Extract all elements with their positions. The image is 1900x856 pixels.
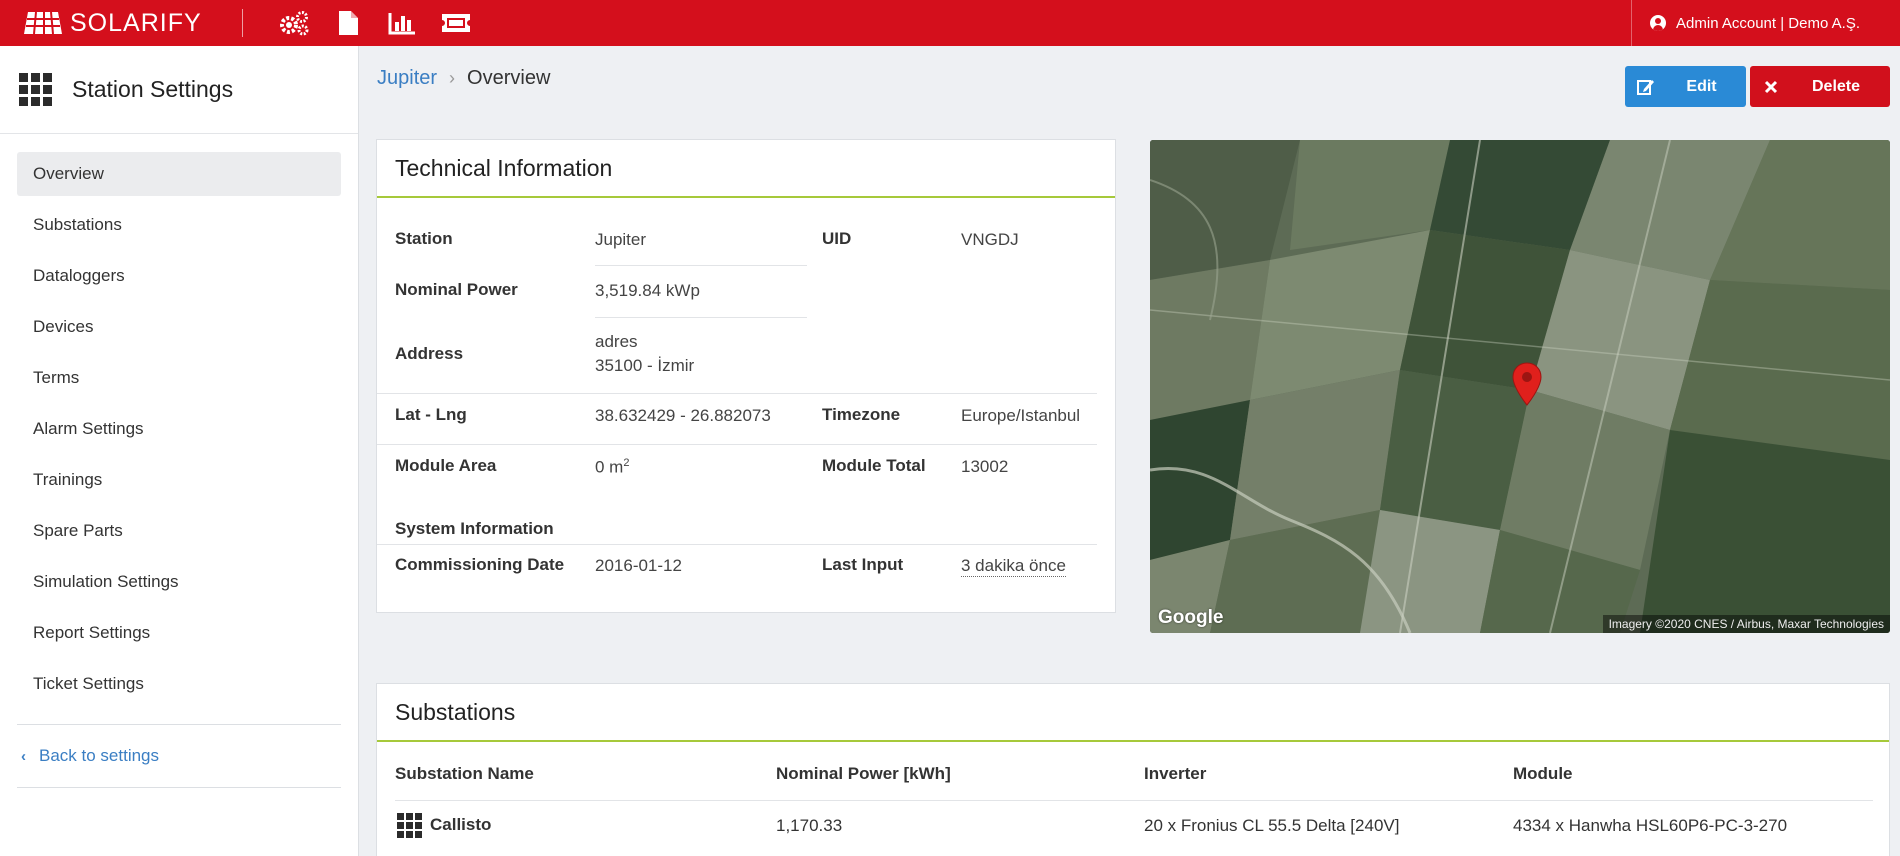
- satellite-map[interactable]: Google Imagery ©2020 CNES / Airbus, Maxa…: [1150, 140, 1890, 633]
- sidebar-item-report-settings[interactable]: Report Settings: [17, 611, 341, 655]
- column-header-substation-name[interactable]: Substation Name: [395, 764, 534, 784]
- brand-logo[interactable]: SOLARIFY: [22, 9, 202, 38]
- column-header-inverter[interactable]: Inverter: [1144, 764, 1206, 784]
- sidebar-item-spare-parts[interactable]: Spare Parts: [17, 509, 341, 553]
- sidebar-title: Station Settings: [72, 76, 234, 102]
- substations-panel: Substations Substation Name Nominal Powe…: [376, 683, 1890, 856]
- brand-name: SOLARIFY: [70, 8, 202, 37]
- module-total-label: Module Total: [822, 456, 926, 475]
- sidebar-item-terms[interactable]: Terms: [17, 356, 341, 400]
- grid-icon: [397, 813, 422, 838]
- column-header-module[interactable]: Module: [1513, 764, 1573, 784]
- row-divider: [377, 544, 1097, 545]
- topbar-divider: [241, 9, 243, 37]
- row-divider: [595, 317, 807, 318]
- uid-label: UID: [822, 229, 852, 248]
- chevron-right-icon: ›: [449, 68, 456, 88]
- timezone-value: Europe/Istanbul: [961, 406, 1081, 425]
- nominal-power-value: 3,519.84 kWp: [595, 281, 700, 300]
- column-header-nominal-power[interactable]: Nominal Power [kWh]: [776, 764, 951, 784]
- substations-title: Substations: [377, 684, 1889, 742]
- sidebar-item-dataloggers[interactable]: Dataloggers: [17, 254, 341, 298]
- ticket-icon[interactable]: [439, 9, 473, 37]
- module-area-label: Module Area: [395, 456, 497, 475]
- table-header-divider: [395, 800, 1873, 801]
- row-divider: [377, 444, 1097, 445]
- substation-name-cell[interactable]: Callisto: [430, 815, 491, 835]
- sidebar-item-overview[interactable]: Overview: [17, 152, 341, 196]
- grid-icon: [19, 73, 52, 106]
- breadcrumb: Jupiter › Overview: [377, 67, 550, 90]
- edit-button[interactable]: Edit: [1625, 66, 1746, 107]
- nominal-power-cell: 1,170.33: [776, 816, 843, 835]
- uid-value: VNGDJ: [961, 230, 1019, 249]
- row-divider: [377, 393, 1097, 394]
- back-label: Back to settings: [39, 746, 160, 765]
- station-label: Station: [395, 229, 453, 248]
- account-menu[interactable]: Admin Account | Demo A.Ş.: [1631, 0, 1900, 46]
- sidebar-item-trainings[interactable]: Trainings: [17, 458, 341, 502]
- last-input-value[interactable]: 3 dakika önce: [961, 556, 1066, 577]
- sidebar-item-devices[interactable]: Devices: [17, 305, 341, 349]
- chevron-left-icon: ‹: [21, 747, 26, 765]
- module-area-value: 0 m2: [595, 457, 630, 477]
- module-cell: 4334 x Hanwha HSL60P6-PC-3-270: [1513, 816, 1788, 835]
- sidebar-header: Station Settings: [0, 46, 358, 134]
- solar-panel-logo-icon: [24, 11, 62, 35]
- technical-information-title: Technical Information: [377, 140, 1115, 198]
- nominal-power-label: Nominal Power: [395, 280, 518, 299]
- commissioning-date-value: 2016-01-12: [595, 556, 682, 575]
- close-icon: [1750, 66, 1792, 107]
- document-icon[interactable]: [331, 9, 365, 37]
- delete-button[interactable]: Delete: [1750, 66, 1890, 107]
- breadcrumb-parent-link[interactable]: Jupiter: [377, 67, 437, 90]
- sidebar-item-ticket-settings[interactable]: Ticket Settings: [17, 662, 341, 706]
- station-value: Jupiter: [595, 230, 647, 249]
- account-label: Admin Account | Demo A.Ş.: [1676, 14, 1860, 32]
- settings-cogs-icon[interactable]: [277, 9, 311, 37]
- sidebar-item-substations[interactable]: Substations: [17, 203, 341, 247]
- sidebar-divider-bottom: [17, 787, 341, 788]
- system-information-heading: System Information: [395, 519, 554, 538]
- sidebar-menu: Overview Substations Dataloggers Devices…: [0, 134, 358, 706]
- address-label: Address: [395, 344, 464, 363]
- sidebar-item-simulation-settings[interactable]: Simulation Settings: [17, 560, 341, 604]
- technical-information-panel: Technical Information Station Jupiter UI…: [376, 139, 1116, 613]
- back-to-settings-link[interactable]: ‹ Back to settings: [0, 725, 358, 787]
- address-line-2: 35100 - İzmir: [595, 356, 695, 375]
- google-logo: Google: [1158, 607, 1224, 628]
- sidebar: Station Settings Overview Substations Da…: [0, 46, 359, 856]
- edit-label: Edit: [1686, 77, 1717, 95]
- module-total-value: 13002: [961, 457, 1009, 476]
- delete-label: Delete: [1811, 77, 1861, 95]
- lat-lng-value: 38.632429 - 26.882073: [595, 406, 771, 425]
- address-line-1: adres: [595, 332, 638, 351]
- map-pin-icon[interactable]: [1512, 362, 1542, 406]
- row-divider: [595, 265, 807, 266]
- edit-icon: [1625, 66, 1667, 107]
- bar-chart-icon[interactable]: [385, 9, 419, 37]
- user-circle-icon: [1650, 15, 1667, 31]
- breadcrumb-current: Overview: [467, 67, 551, 89]
- timezone-label: Timezone: [822, 405, 901, 424]
- inverter-cell: 20 x Fronius CL 55.5 Delta [240V]: [1144, 816, 1400, 835]
- commissioning-date-label: Commissioning Date: [395, 555, 565, 574]
- top-navbar: SOLARIFY Admin Account | Demo A.Ş.: [0, 0, 1900, 46]
- last-input-label: Last Input: [822, 555, 904, 574]
- sidebar-item-alarm-settings[interactable]: Alarm Settings: [17, 407, 341, 451]
- lat-lng-label: Lat - Lng: [395, 405, 467, 424]
- map-imagery-credit: Imagery ©2020 CNES / Airbus, Maxar Techn…: [1602, 615, 1890, 633]
